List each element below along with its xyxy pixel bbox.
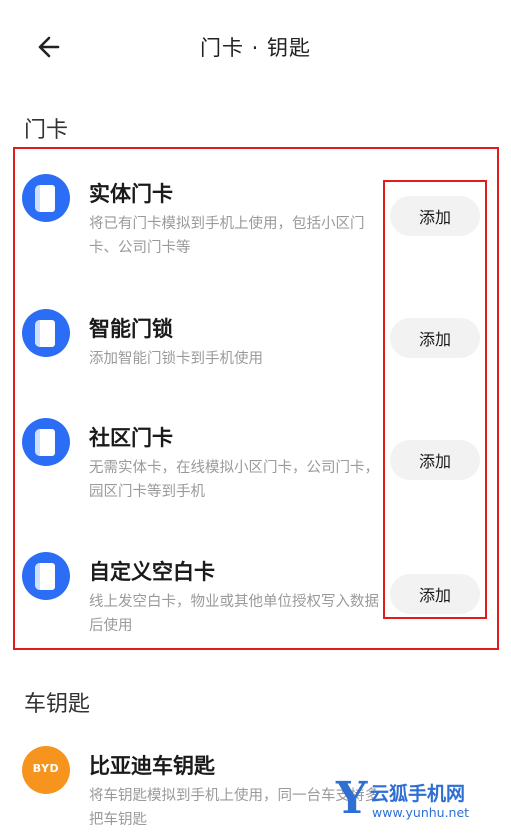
section-title-car-keys: 车钥匙 (24, 692, 91, 717)
add-button[interactable]: 添加 (390, 440, 480, 480)
item-description: 将已有门卡模拟到手机上使用，包括小区门卡、公司门卡等 (89, 216, 365, 256)
item-description: 线上发空白卡，物业或其他单位授权写入数据后使用 (89, 594, 379, 634)
highlight-box-add-buttons (383, 180, 487, 619)
watermark-name: 云狐手机网 (370, 783, 466, 805)
add-button[interactable]: 添加 (390, 574, 480, 614)
item-name: 自定义空白卡 (89, 560, 215, 584)
item-name: 社区门卡 (89, 426, 173, 450)
card-icon (22, 418, 70, 466)
byd-logo-icon: BYD (22, 746, 70, 794)
add-button[interactable]: 添加 (390, 318, 480, 358)
item-name: 实体门卡 (89, 182, 173, 206)
item-name: 智能门锁 (89, 317, 173, 341)
section-title-door-cards: 门卡 (24, 118, 69, 143)
top-bar: 门卡 · 钥匙 (0, 0, 511, 95)
watermark-letter: Y (336, 773, 368, 824)
add-button[interactable]: 添加 (390, 196, 480, 236)
item-description: 添加智能门锁卡到手机使用 (89, 351, 263, 367)
watermark: Y 云狐手机网 www.yunhu.net (336, 775, 506, 830)
page-title: 门卡 · 钥匙 (199, 36, 312, 60)
item-description: 无需实体卡，在线模拟小区门卡，公司门卡，园区门卡等到手机 (89, 460, 379, 500)
card-icon (22, 552, 70, 600)
watermark-url: www.yunhu.net (372, 805, 470, 820)
card-icon (22, 309, 70, 357)
item-name: 比亚迪车钥匙 (89, 754, 215, 778)
card-icon (22, 174, 70, 222)
